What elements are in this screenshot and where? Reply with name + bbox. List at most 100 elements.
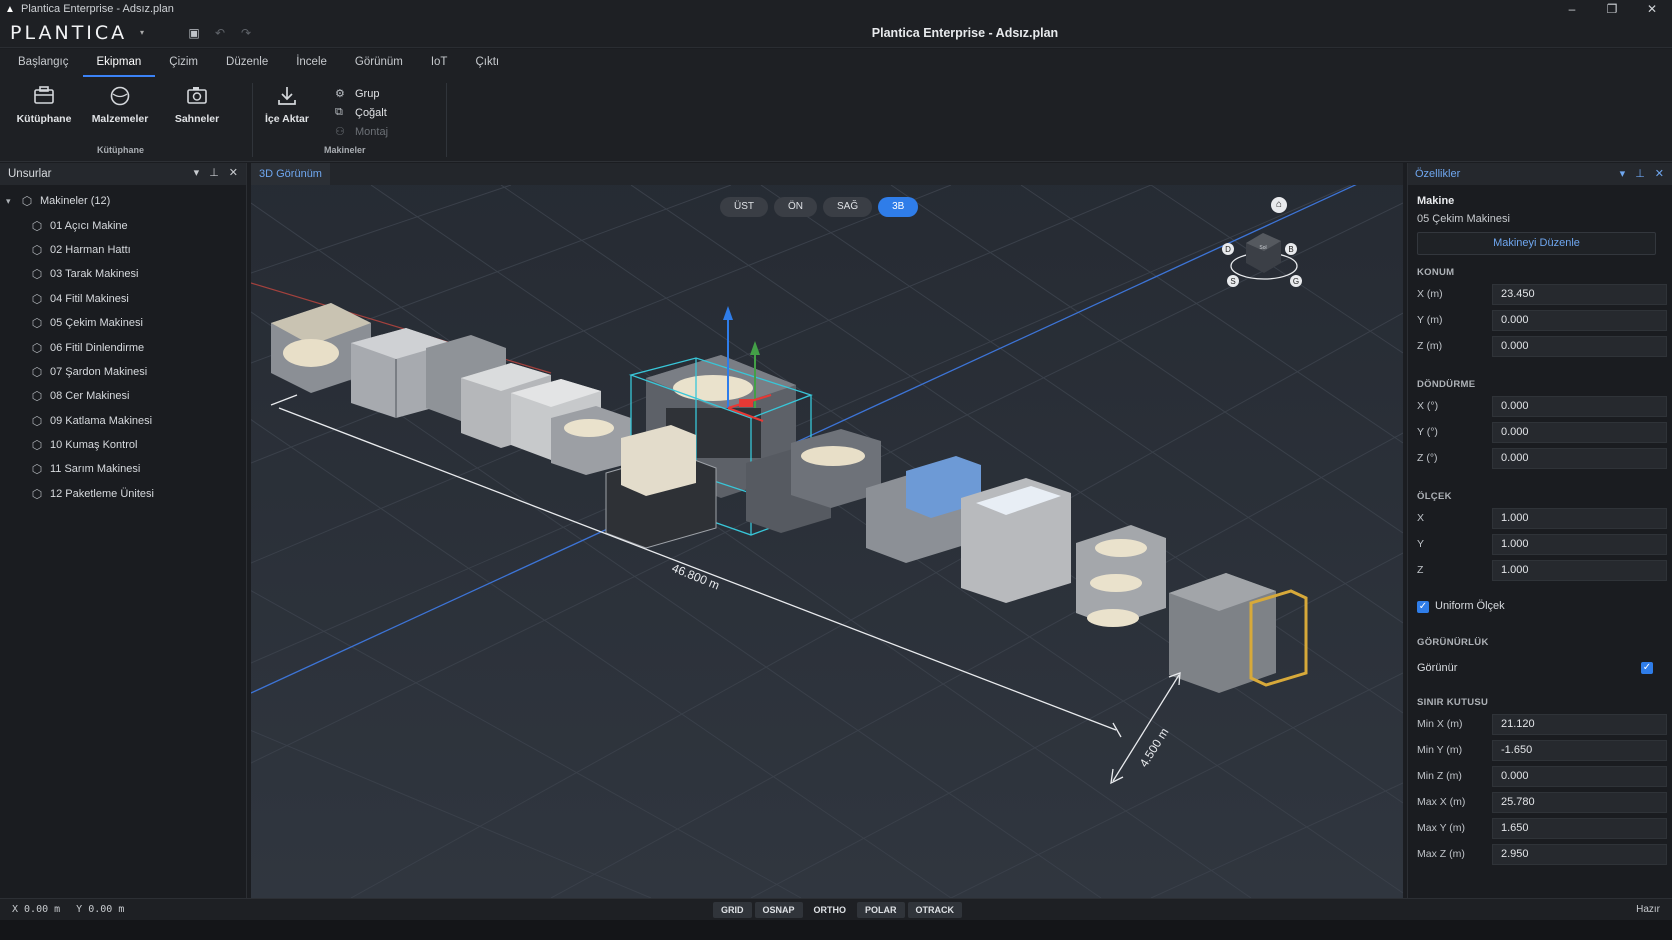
bbox-maxy-field[interactable]: 1.650 [1492,818,1667,839]
tab-duzenle[interactable]: Düzenle [212,49,282,77]
tree-item[interactable]: ⬡ 02 Harman Hattı [0,238,246,262]
bbox-maxy-row: Max Y (m) 1.650 [1417,818,1667,839]
tree-item[interactable]: ⬡ 09 Katlama Makinesi [0,409,246,433]
library-group-label: Kütüphane [97,145,144,155]
osnap-toggle[interactable]: OSNAP [754,902,803,918]
uniform-scale-checkbox[interactable]: ✓ [1417,601,1429,613]
position-y-field[interactable]: 0.000 [1492,310,1667,331]
materials-button[interactable]: Malzemeler [85,85,155,125]
machine-04[interactable] [551,406,631,475]
group-label: Grup [355,87,380,100]
view-3d-button[interactable]: 3B [878,197,919,217]
library-button[interactable]: Kütüphane [9,85,79,125]
tree-item-label: 07 Şardon Makinesi [50,365,148,378]
view-top-button[interactable]: ÜST [720,197,768,217]
tree-item[interactable]: ⬡ 11 Sarım Makinesi [0,457,246,481]
tree-root-machines[interactable]: ▾ ⬡ Makineler (12) [0,189,246,213]
scene-canvas[interactable]: 46.800 m 4.500 m D B S G Sol [251,163,1403,898]
cube-icon: ⬡ [31,486,43,501]
viewport-tab[interactable]: 3D Görünüm [251,163,330,185]
bbox-maxx-field[interactable]: 25.780 [1492,792,1667,813]
tree-item[interactable]: ⬡ 12 Paketleme Ünitesi [0,482,246,506]
panel-menu-chevron-icon[interactable]: ▾ [194,166,200,179]
sphere-icon [85,85,155,111]
assembly-button[interactable]: ⚇ Montaj [335,125,388,139]
ribbon: Kütüphane Malzemeler Sahneler Kütüphane … [0,77,1672,162]
scenes-button[interactable]: Sahneler [162,85,232,125]
rotation-y-field[interactable]: 0.000 [1492,422,1667,443]
import-button[interactable]: İçe Aktar [252,85,322,125]
tree-item[interactable]: ⬡ 07 Şardon Makinesi [0,360,246,384]
scenes-button-label: Sahneler [174,113,220,125]
tab-iot[interactable]: IoT [417,49,462,77]
tab-baslangic[interactable]: Başlangıç [4,49,83,77]
scale-y-field[interactable]: 1.000 [1492,534,1667,555]
rotation-z-field[interactable]: 0.000 [1492,448,1667,469]
scale-z-field[interactable]: 1.000 [1492,560,1667,581]
bbox-miny-row: Min Y (m) -1.650 [1417,740,1667,761]
bbox-minz-label: Min Z (m) [1417,770,1462,782]
close-icon[interactable]: ✕ [1655,163,1664,185]
tab-gorunum[interactable]: Görünüm [341,49,417,77]
visible-checkbox[interactable]: ✓ [1641,662,1653,674]
tree-item[interactable]: ⬡ 01 Açıcı Makine [0,213,246,237]
polar-toggle[interactable]: POLAR [857,902,905,918]
minimize-button[interactable]: – [1552,0,1592,18]
tab-incele[interactable]: İncele [282,49,341,77]
tree-item[interactable]: ⬡ 06 Fitil Dinlendirme [0,335,246,359]
cursor-x: X 0.00 m [12,904,61,915]
cube-label-d: D [1225,245,1231,254]
ortho-toggle[interactable]: ORTHO [806,902,855,918]
maximize-button[interactable]: ❐ [1592,0,1632,18]
close-window-button[interactable]: ✕ [1632,0,1672,18]
edit-machine-button[interactable]: Makineyi Düzenle [1417,232,1656,255]
bbox-minx-row: Min X (m) 21.120 [1417,714,1667,735]
tab-ekipman[interactable]: Ekipman [82,49,156,77]
scale-x-field[interactable]: 1.000 [1492,508,1667,529]
bbox-minx-field[interactable]: 21.120 [1492,714,1667,735]
bbox-minz-field[interactable]: 0.000 [1492,766,1667,787]
group-button[interactable]: ⚙ Grup [335,87,380,101]
machine-10[interactable] [1076,525,1166,627]
3d-viewport[interactable]: 3D Görünüm 46.800 m 4.500 m D B S G Sol … [251,163,1403,898]
cube-icon: ⬡ [31,438,43,453]
tree-item-label: 11 Sarım Makinesi [50,463,141,476]
panel-menu-chevron-icon[interactable]: ▾ [1620,163,1626,185]
library-button-label: Kütüphane [16,113,72,125]
position-x-field[interactable]: 23.450 [1492,284,1667,305]
cube-icon: ⬡ [31,291,43,306]
camera-icon [162,85,232,111]
rotation-y-row: Y (°) 0.000 [1417,422,1667,443]
pin-icon[interactable]: ⊥ [209,166,219,179]
home-icon[interactable]: ⌂ [1271,197,1287,213]
cube-icon: ⬡ [31,218,43,233]
view-front-button[interactable]: ÖN [774,197,817,217]
position-z-field[interactable]: 0.000 [1492,336,1667,357]
tree-item[interactable]: ⬡ 08 Cer Makinesi [0,384,246,408]
pin-icon[interactable]: ⊥ [1635,163,1645,185]
tree-item[interactable]: ⬡ 04 Fitil Makinesi [0,287,246,311]
bbox-maxx-label: Max X (m) [1417,796,1466,808]
rotation-x-field[interactable]: 0.000 [1492,396,1667,417]
close-icon[interactable]: ✕ [229,166,238,179]
bbox-maxz-label: Max Z (m) [1417,848,1465,860]
view-right-button[interactable]: SAĞ [823,197,873,217]
tab-cikti[interactable]: Çıktı [461,49,513,77]
grid-toggle[interactable]: GRID [713,902,752,918]
snap-toggles: GRID OSNAP ORTHO POLAR OTRACK [713,902,963,918]
machine-09[interactable] [961,478,1071,603]
tree-item-selected[interactable]: ⬡ 05 Çekim Makinesi [0,311,246,335]
scale-y-row: Y 1.000 [1417,534,1667,555]
materials-button-label: Malzemeler [91,113,149,125]
tab-cizim[interactable]: Çizim [155,49,212,77]
cube-icon: ⬡ [31,316,43,331]
bbox-maxz-field[interactable]: 2.950 [1492,844,1667,865]
tree-item[interactable]: ⬡ 03 Tarak Makinesi [0,262,246,286]
tree-item[interactable]: ⬡ 10 Kumaş Kontrol [0,433,246,457]
duplicate-button[interactable]: ⧉ Çoğalt [335,106,387,119]
bbox-miny-field[interactable]: -1.650 [1492,740,1667,761]
properties-panel-header: Özellikler ▾ ⊥ ✕ [1408,163,1672,185]
app-icon: ▲ [5,3,15,15]
otrack-toggle[interactable]: OTRACK [907,902,963,918]
chevron-down-icon[interactable]: ▾ [6,196,16,207]
